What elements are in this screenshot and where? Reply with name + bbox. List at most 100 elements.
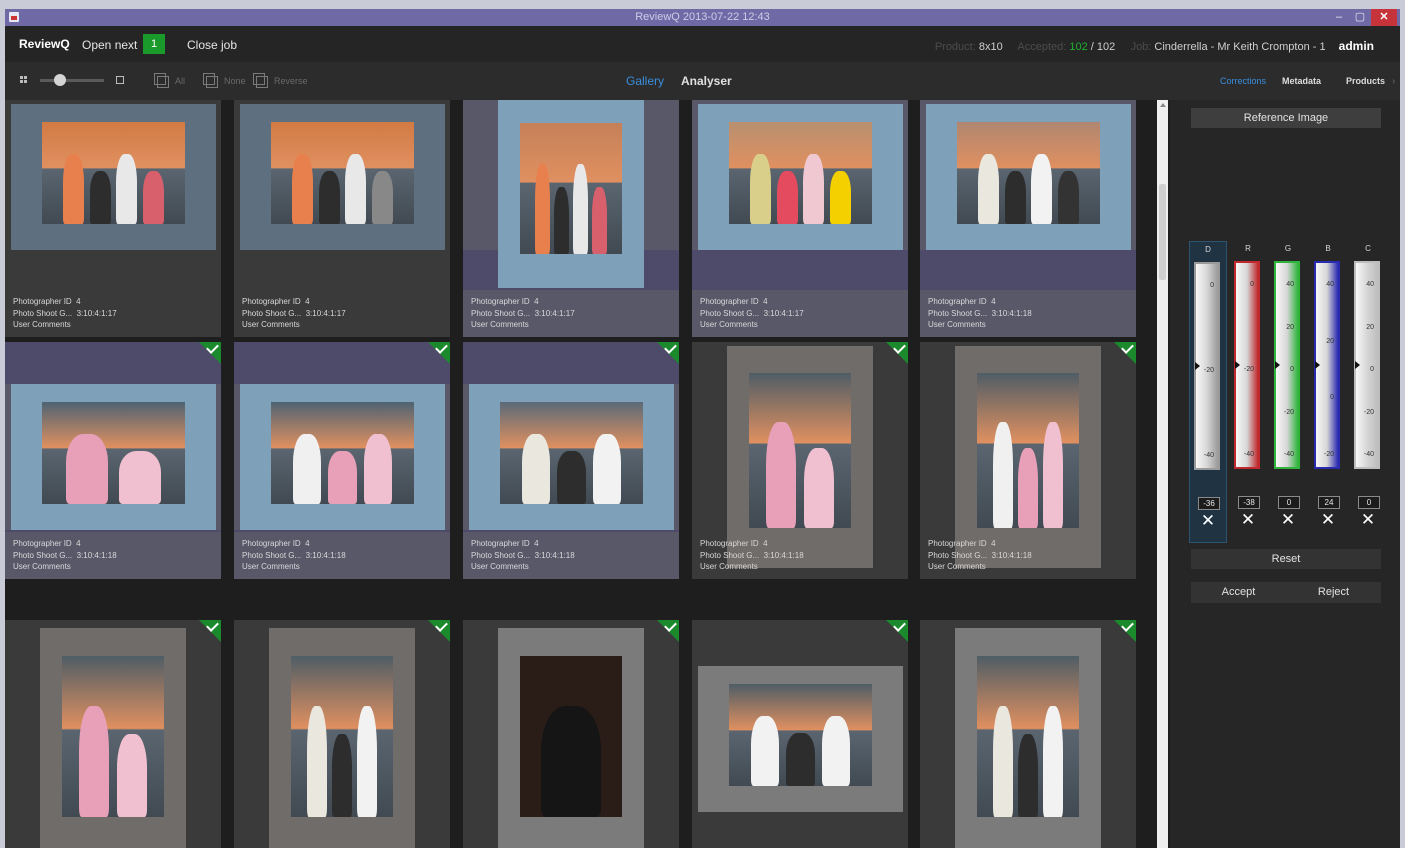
- single-view-icon[interactable]: [116, 76, 124, 84]
- grid-view-icon[interactable]: [20, 76, 27, 83]
- photo-thumbnail[interactable]: [498, 100, 644, 288]
- photographer-id: 4: [76, 539, 81, 548]
- job-value: Cinderrella - Mr Keith Crompton - 1: [1154, 41, 1326, 53]
- subject-figure: [1004, 171, 1026, 224]
- photo-card[interactable]: Photographer ID 4 Photo Shoot G... 3:10:4…: [5, 342, 221, 579]
- reject-button[interactable]: Reject: [1286, 582, 1381, 603]
- clear-channel-icon[interactable]: ✕: [1310, 511, 1346, 529]
- slider-marker-icon[interactable]: [1195, 362, 1200, 370]
- photographer-label: Photographer ID: [928, 297, 987, 306]
- clear-channel-icon[interactable]: ✕: [1230, 511, 1266, 529]
- slider-marker-icon[interactable]: [1355, 361, 1360, 369]
- user-comments-label: User Comments: [928, 562, 986, 571]
- photo-card[interactable]: Photographer ID 4 Photo Shoot G... 3:10:4…: [692, 100, 908, 337]
- photo-card[interactable]: [463, 620, 679, 848]
- channel-slider[interactable]: 0 -20 -40: [1194, 262, 1220, 470]
- maximize-button[interactable]: ▢: [1351, 9, 1369, 26]
- photo-metadata: Photographer ID 4 Photo Shoot G... 3:10:4…: [700, 296, 804, 331]
- subject-figure: [357, 706, 378, 817]
- photo-subjects: [975, 153, 1082, 224]
- photo-card[interactable]: Photographer ID 4 Photo Shoot G... 3:10:4…: [463, 342, 679, 579]
- zoom-slider[interactable]: [40, 79, 104, 82]
- photo-thumbnail[interactable]: [40, 628, 186, 848]
- slider-marker-icon[interactable]: [1275, 361, 1280, 369]
- photo-card[interactable]: Photographer ID 4 Photo Shoot G... 3:10:4…: [692, 342, 908, 579]
- reset-button[interactable]: Reset: [1191, 549, 1381, 569]
- open-next-count-badge[interactable]: 1: [143, 34, 165, 54]
- channel-r: R 0 -20 -40 -38 ✕: [1230, 241, 1266, 541]
- photo-thumbnail[interactable]: [469, 384, 674, 530]
- photo-thumbnail[interactable]: [498, 628, 644, 848]
- tab-metadata[interactable]: Metadata: [1282, 76, 1321, 86]
- photo-thumbnail[interactable]: [727, 346, 873, 568]
- channel-value-field[interactable]: -38: [1238, 496, 1260, 509]
- photo-thumbnail[interactable]: [11, 104, 216, 250]
- channel-value-field[interactable]: -36: [1198, 497, 1220, 510]
- photo-card[interactable]: [692, 620, 908, 848]
- photo-thumbnail[interactable]: [698, 104, 903, 250]
- photo-card[interactable]: [920, 620, 1136, 848]
- select-all-button[interactable]: All: [154, 72, 185, 89]
- tab-products[interactable]: Products: [1346, 76, 1385, 86]
- photo-card[interactable]: Photographer ID 4 Photo Shoot G... 3:10:4…: [234, 342, 450, 579]
- tab-corrections[interactable]: Corrections: [1220, 76, 1266, 86]
- clear-channel-icon[interactable]: ✕: [1190, 512, 1226, 530]
- channel-slider[interactable]: 40 20 0 -20: [1314, 261, 1340, 469]
- tab-gallery[interactable]: Gallery: [626, 74, 664, 88]
- photo-thumbnail[interactable]: [240, 104, 445, 250]
- product-label: Product:: [934, 41, 976, 53]
- slider-tick-label: 0: [1250, 281, 1254, 288]
- channel-slider[interactable]: 40 20 0 -20 -40: [1274, 261, 1300, 469]
- channel-value-field[interactable]: 24: [1318, 496, 1340, 509]
- photo-card[interactable]: Photographer ID 4 Photo Shoot G... 3:10:4…: [5, 100, 221, 337]
- subject-figure: [291, 153, 314, 224]
- slider-marker-icon[interactable]: [1315, 361, 1320, 369]
- slider-marker-icon[interactable]: [1235, 361, 1240, 369]
- photo-thumbnail[interactable]: [926, 104, 1131, 250]
- subject-figure: [829, 171, 852, 224]
- tab-analyser[interactable]: Analyser: [681, 74, 732, 88]
- scrollbar-thumb[interactable]: [1159, 184, 1166, 280]
- channel-slider[interactable]: 40 20 0 -20 -40: [1354, 261, 1380, 469]
- select-none-icon: [203, 72, 218, 88]
- subject-figure: [572, 163, 589, 255]
- photo-card[interactable]: Photographer ID 4 Photo Shoot G... 3:10:4…: [463, 100, 679, 337]
- subject-figure: [803, 153, 825, 224]
- clear-channel-icon[interactable]: ✕: [1350, 511, 1386, 529]
- user-comments-label: User Comments: [242, 320, 300, 329]
- gallery-scrollbar[interactable]: [1157, 100, 1168, 848]
- accepted-total: 102: [1096, 41, 1116, 53]
- select-none-button[interactable]: None: [203, 72, 246, 89]
- minimize-button[interactable]: –: [1330, 9, 1348, 26]
- more-tabs-arrow[interactable]: ›: [1392, 76, 1395, 87]
- photo-thumbnail[interactable]: [698, 666, 903, 812]
- scroll-up-arrow-icon[interactable]: [1160, 103, 1166, 107]
- zoom-slider-handle[interactable]: [54, 74, 66, 86]
- photo-thumbnail[interactable]: [955, 628, 1101, 848]
- photo-thumbnail[interactable]: [269, 628, 415, 848]
- photo-thumbnail[interactable]: [955, 346, 1101, 568]
- select-reverse-button[interactable]: Reverse: [253, 72, 308, 89]
- accepted-separator: /: [1090, 41, 1094, 53]
- photo-card[interactable]: Photographer ID 4 Photo Shoot G... 3:10:4…: [920, 100, 1136, 337]
- open-next-button[interactable]: Open next: [82, 38, 137, 52]
- photo-card[interactable]: Photographer ID 4 Photo Shoot G... 3:10:4…: [920, 342, 1136, 579]
- reference-image-button[interactable]: Reference Image: [1191, 108, 1381, 128]
- subject-figure: [592, 433, 622, 504]
- photoshoot-label: Photo Shoot G...: [242, 308, 302, 318]
- close-job-button[interactable]: Close job: [187, 38, 237, 52]
- photo-card[interactable]: [234, 620, 450, 848]
- channel-slider[interactable]: 0 -20 -40: [1234, 261, 1260, 469]
- channel-value-field[interactable]: 0: [1358, 496, 1380, 509]
- photographer-id: 4: [763, 297, 768, 306]
- clear-channel-icon[interactable]: ✕: [1270, 511, 1306, 529]
- channel-value-field[interactable]: 0: [1278, 496, 1300, 509]
- close-window-button[interactable]: ✕: [1371, 9, 1397, 26]
- photo-card[interactable]: Photographer ID 4 Photo Shoot G... 3:10:4…: [234, 100, 450, 337]
- user-name[interactable]: admin: [1339, 39, 1374, 53]
- accept-button[interactable]: Accept: [1191, 582, 1286, 603]
- photo-thumbnail[interactable]: [11, 384, 216, 530]
- subject-figure: [1057, 171, 1080, 224]
- photo-thumbnail[interactable]: [240, 384, 445, 530]
- photo-card[interactable]: [5, 620, 221, 848]
